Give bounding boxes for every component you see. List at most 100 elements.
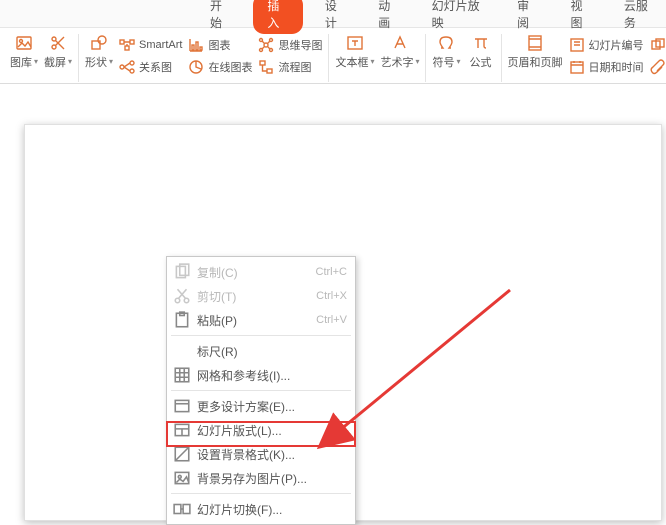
equation-label: 公式: [470, 54, 492, 70]
smartart-button[interactable]: SmartArt: [119, 35, 182, 55]
slide-number-button[interactable]: 幻灯片编号: [569, 35, 644, 55]
screenshot-button[interactable]: 截屏▾: [44, 34, 72, 78]
transition-icon: [173, 500, 191, 518]
mindmap-icon: [258, 37, 274, 53]
ctx-grid[interactable]: 网格和参考线(I)...: [167, 363, 355, 387]
ctx-cut-shortcut: Ctrl+X: [316, 290, 347, 302]
calendar-icon: [569, 59, 585, 75]
ctx-bg-save[interactable]: 背景另存为图片(P)...: [167, 466, 355, 490]
ctx-copy: 复制(C) Ctrl+C: [167, 260, 355, 284]
ctx-more-design-label: 更多设计方案(E)...: [197, 398, 347, 415]
attachment-button[interactable]: 附件: [650, 57, 666, 77]
header-footer-button[interactable]: 页眉和页脚: [508, 34, 563, 78]
tab-cloud[interactable]: 云服务: [614, 0, 666, 34]
tab-review[interactable]: 审阅: [507, 0, 548, 34]
ctx-bg-save-label: 背景另存为图片(P)...: [197, 470, 347, 487]
online-chart-button[interactable]: 在线图表: [188, 57, 252, 77]
flowchart-label: 流程图: [278, 59, 311, 75]
shapes-button[interactable]: 形状▾: [85, 34, 113, 78]
header-footer-label: 页眉和页脚: [508, 54, 563, 70]
ribbon-group-text: 文本框▾ 艺术字▾: [329, 34, 426, 82]
object-button[interactable]: 对象: [650, 35, 666, 55]
screenshot-label: 截屏: [44, 54, 66, 70]
bg-format-icon: [173, 445, 191, 463]
ctx-layout-label: 幻灯片版式(L)...: [197, 422, 336, 439]
cut-icon: [173, 287, 191, 305]
date-time-button[interactable]: 日期和时间: [569, 57, 644, 77]
separator: [171, 390, 351, 391]
tab-insert[interactable]: 插入: [253, 0, 302, 34]
image-library-label: 图库: [10, 54, 32, 70]
ctx-transition[interactable]: 幻灯片切换(F)...: [167, 497, 355, 521]
grid-icon: [173, 366, 191, 384]
separator: [171, 335, 351, 336]
textbox-button[interactable]: 文本框▾: [335, 34, 374, 78]
ribbon-group-media: 图库▾ 截屏▾: [4, 34, 79, 82]
symbol-button[interactable]: 符号▾: [432, 34, 460, 78]
design-icon: [173, 397, 191, 415]
wordart-button[interactable]: 艺术字▾: [380, 34, 419, 78]
submenu-arrow-icon: ▶: [340, 425, 347, 436]
ctx-paste[interactable]: 粘贴(P) Ctrl+V: [167, 308, 355, 332]
slide-number-label: 幻灯片编号: [589, 37, 644, 53]
textbox-label: 文本框: [335, 54, 368, 70]
tab-slideshow[interactable]: 幻灯片放映: [422, 0, 495, 34]
tab-design[interactable]: 设计: [315, 0, 356, 34]
chart-icon: [188, 37, 204, 53]
ribbon-group-header: 页眉和页脚 幻灯片编号 日期和时间 对象 附件: [502, 34, 666, 82]
mindmap-label: 思维导图: [278, 37, 322, 53]
header-footer-icon: [526, 34, 544, 52]
online-chart-icon: [188, 59, 204, 75]
ribbon-group-illustrations: 形状▾ SmartArt 关系图 图表 在线图表: [79, 34, 329, 82]
paperclip-icon: [650, 59, 666, 75]
smartart-label: SmartArt: [139, 39, 182, 51]
relation-button[interactable]: 关系图: [119, 57, 182, 77]
ribbon: 图库▾ 截屏▾ 形状▾ SmartArt 关系图 图表: [0, 28, 666, 84]
ctx-ruler[interactable]: 标尺(R): [167, 339, 355, 363]
ctx-grid-label: 网格和参考线(I)...: [197, 367, 347, 384]
relation-label: 关系图: [139, 59, 172, 75]
ctx-more-design[interactable]: 更多设计方案(E)...: [167, 394, 355, 418]
ctx-transition-label: 幻灯片切换(F)...: [197, 501, 347, 518]
context-menu: 复制(C) Ctrl+C 剪切(T) Ctrl+X 粘贴(P) Ctrl+V 标…: [166, 256, 356, 525]
equation-button[interactable]: 公式: [467, 34, 495, 78]
tab-animation[interactable]: 动画: [368, 0, 409, 34]
chart-button[interactable]: 图表: [188, 35, 252, 55]
ctx-layout[interactable]: 幻灯片版式(L)... ▶: [167, 418, 355, 442]
chart-label: 图表: [208, 37, 230, 53]
dropdown-icon: ▾: [34, 57, 38, 66]
object-icon: [650, 37, 666, 53]
online-chart-label: 在线图表: [208, 59, 252, 75]
ctx-ruler-label: 标尺(R): [197, 343, 347, 360]
flowchart-button[interactable]: 流程图: [258, 57, 322, 77]
ctx-cut-label: 剪切(T): [197, 288, 316, 305]
tab-start[interactable]: 开始: [200, 0, 241, 34]
ribbon-group-symbols: 符号▾ 公式: [426, 34, 501, 82]
image-library-button[interactable]: 图库▾: [10, 34, 38, 78]
copy-icon: [173, 263, 191, 281]
shapes-label: 形状: [85, 54, 107, 70]
wordart-label: 艺术字: [380, 54, 413, 70]
ctx-bg-format-label: 设置背景格式(K)...: [197, 446, 347, 463]
ctx-copy-label: 复制(C): [197, 264, 316, 281]
tab-view[interactable]: 视图: [561, 0, 602, 34]
mindmap-button[interactable]: 思维导图: [258, 35, 322, 55]
ctx-paste-shortcut: Ctrl+V: [316, 314, 347, 326]
ctx-bg-format[interactable]: 设置背景格式(K)...: [167, 442, 355, 466]
shapes-icon: [90, 34, 108, 52]
date-time-label: 日期和时间: [589, 59, 644, 75]
ctx-paste-label: 粘贴(P): [197, 312, 316, 329]
symbol-label: 符号: [432, 54, 454, 70]
image-icon: [15, 34, 33, 52]
textbox-icon: [346, 34, 364, 52]
blank-icon: [173, 342, 191, 360]
wordart-icon: [391, 34, 409, 52]
ctx-cut: 剪切(T) Ctrl+X: [167, 284, 355, 308]
flowchart-icon: [258, 59, 274, 75]
relation-icon: [119, 59, 135, 75]
paste-icon: [173, 311, 191, 329]
pi-icon: [472, 34, 490, 52]
separator: [171, 493, 351, 494]
omega-icon: [437, 34, 455, 52]
smartart-icon: [119, 37, 135, 53]
